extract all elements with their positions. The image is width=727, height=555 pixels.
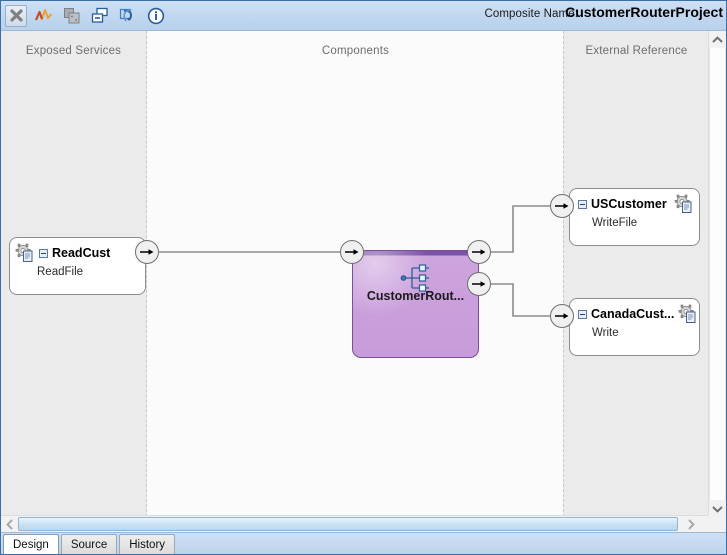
service-node-subtitle: ReadFile bbox=[37, 266, 84, 278]
composite-name-value: CustomerRouterProject bbox=[565, 4, 723, 20]
mediator-output-port-1[interactable] bbox=[467, 240, 491, 264]
tab-design-label: Design bbox=[13, 538, 49, 551]
info-icon bbox=[147, 7, 165, 24]
close-icon-button[interactable] bbox=[5, 4, 27, 27]
reference-gear-icon bbox=[674, 194, 694, 214]
chart-icon-button[interactable] bbox=[33, 5, 55, 27]
copy-icon bbox=[64, 7, 80, 23]
reference-node-subtitle: WriteFile bbox=[592, 217, 638, 229]
service-node-readcust[interactable]: ReadCust ReadFile bbox=[9, 237, 146, 295]
chevron-left-icon bbox=[5, 518, 13, 530]
toolbar-button-group bbox=[1, 4, 167, 27]
collapse-icon-button[interactable] bbox=[89, 5, 111, 27]
chevron-down-icon bbox=[712, 505, 723, 513]
service-output-port[interactable] bbox=[135, 240, 159, 264]
refresh-icon-button[interactable] bbox=[117, 5, 139, 27]
scroll-left-button[interactable] bbox=[1, 516, 18, 532]
tab-source[interactable]: Source bbox=[60, 534, 118, 554]
reference-node-canadacustomer[interactable]: CanadaCust... Write bbox=[569, 298, 700, 356]
editor-toolbar: Composite Name: CustomerRouterProject bbox=[1, 1, 726, 31]
refresh-icon bbox=[119, 8, 132, 21]
copy-icon-button[interactable] bbox=[61, 5, 83, 27]
tab-history[interactable]: History bbox=[119, 534, 176, 554]
tab-source-label: Source bbox=[70, 538, 108, 551]
chevron-right-icon bbox=[688, 518, 695, 530]
reference-node-expander[interactable] bbox=[578, 309, 587, 319]
mediator-input-port[interactable] bbox=[340, 240, 364, 264]
vertical-scrollbar-track[interactable] bbox=[709, 48, 726, 500]
reference-input-port-canadacustomer[interactable] bbox=[550, 304, 574, 328]
service-node-header: ReadCust bbox=[10, 238, 145, 263]
reference-node-expander[interactable] bbox=[578, 199, 587, 209]
mediator-component-customerrouter[interactable]: CustomerRout... bbox=[352, 250, 479, 358]
service-node-title: ReadCust bbox=[52, 246, 111, 260]
composite-name-label: Composite Name: bbox=[484, 8, 578, 20]
chevron-up-icon bbox=[712, 35, 723, 43]
tab-design[interactable]: Design bbox=[3, 534, 59, 554]
service-node-expander[interactable] bbox=[39, 248, 48, 258]
scroll-right-button[interactable] bbox=[681, 516, 701, 532]
horizontal-scrollbar[interactable] bbox=[1, 515, 726, 532]
collapse-icon bbox=[91, 7, 108, 23]
reference-node-subtitle: Write bbox=[592, 327, 619, 339]
info-icon-button[interactable] bbox=[145, 5, 167, 27]
scroll-up-button[interactable] bbox=[709, 31, 726, 48]
reference-node-uscustomer[interactable]: USCustomer WriteFile bbox=[569, 188, 700, 246]
chart-icon bbox=[35, 8, 53, 20]
reference-node-header: USCustomer bbox=[570, 189, 699, 214]
reference-gear-icon bbox=[678, 304, 698, 324]
reference-node-title: USCustomer bbox=[591, 197, 667, 211]
tab-history-label: History bbox=[129, 538, 166, 551]
mediator-output-port-2[interactable] bbox=[467, 272, 491, 296]
mediator-component-title: CustomerRout... bbox=[366, 289, 465, 303]
reference-input-port-uscustomer[interactable] bbox=[550, 194, 574, 218]
reference-node-header: CanadaCust... bbox=[570, 299, 699, 324]
composite-editor-window: Composite Name: CustomerRouterProject Ex… bbox=[0, 0, 727, 555]
editor-tab-bar: Design Source History bbox=[1, 532, 726, 554]
service-gear-icon bbox=[15, 243, 35, 263]
reference-node-title: CanadaCust... bbox=[591, 307, 675, 321]
composite-canvas[interactable]: Exposed Services Components External Ref… bbox=[1, 31, 709, 517]
horizontal-scrollbar-thumb[interactable] bbox=[18, 517, 678, 531]
scrollbar-corner bbox=[708, 515, 725, 532]
close-icon bbox=[9, 9, 23, 22]
vertical-scrollbar[interactable] bbox=[708, 31, 726, 517]
